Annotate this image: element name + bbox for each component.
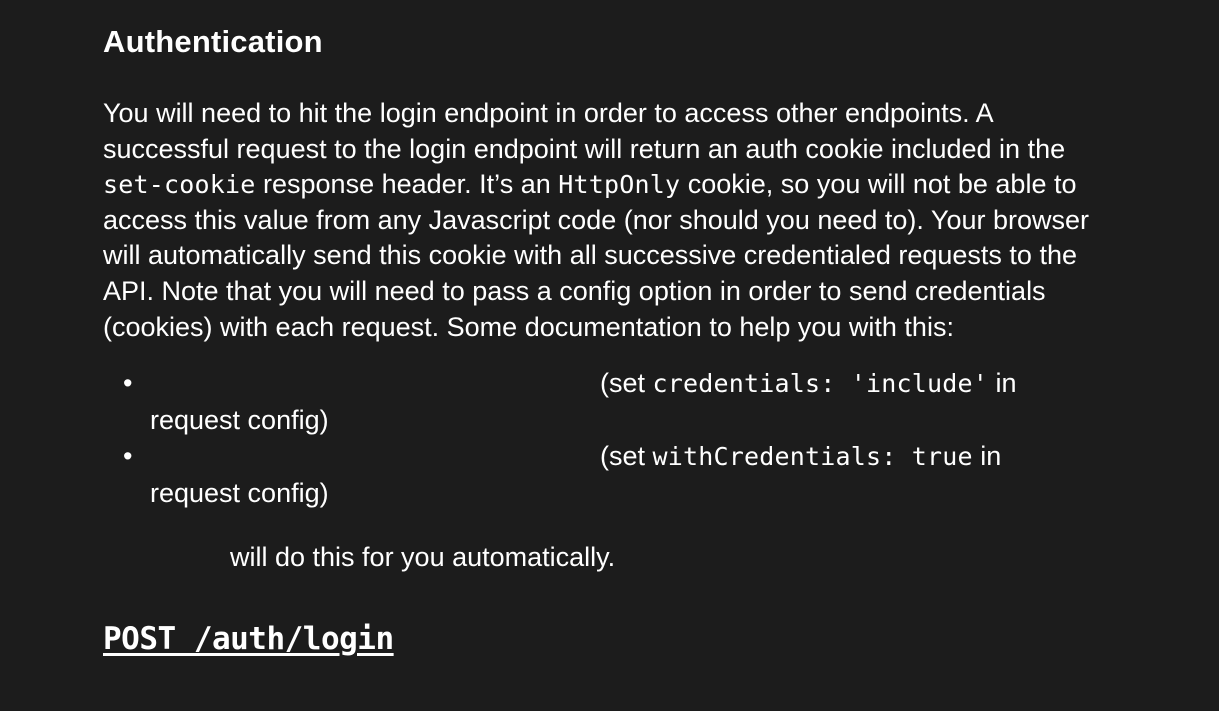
intro-text-2: response header. It’s an [255,169,559,200]
code-httponly: HttpOnly [558,170,681,200]
list-item-code: credentials: 'include' [652,369,989,399]
list-item: • (set withCredentials: true in request c… [123,438,1065,511]
list-item: • (set credentials: 'include' in request … [123,365,1065,438]
list-item-prefix: (set [600,441,653,472]
auto-note: will do this for you automatically. [230,539,1103,575]
docs-page: Authentication You will need to hit the … [0,0,1219,711]
code-set-cookie: set-cookie [103,170,256,200]
endpoint-heading[interactable]: POST /auth/login [103,619,1103,659]
auth-section: Authentication You will need to hit the … [103,22,1103,659]
list-item-code: withCredentials: true [652,442,973,472]
auto-note-text: will do this for you automatically. [230,542,616,573]
intro-text-1: You will need to hit the login endpoint … [103,98,1066,164]
bullet-icon: • [123,441,133,472]
bullet-icon: • [123,368,133,399]
list-item-prefix: (set [600,368,653,399]
intro-paragraph: You will need to hit the login endpoint … [103,96,1103,345]
section-heading: Authentication [103,24,323,59]
documentation-list: • (set credentials: 'include' in request … [103,365,1103,511]
